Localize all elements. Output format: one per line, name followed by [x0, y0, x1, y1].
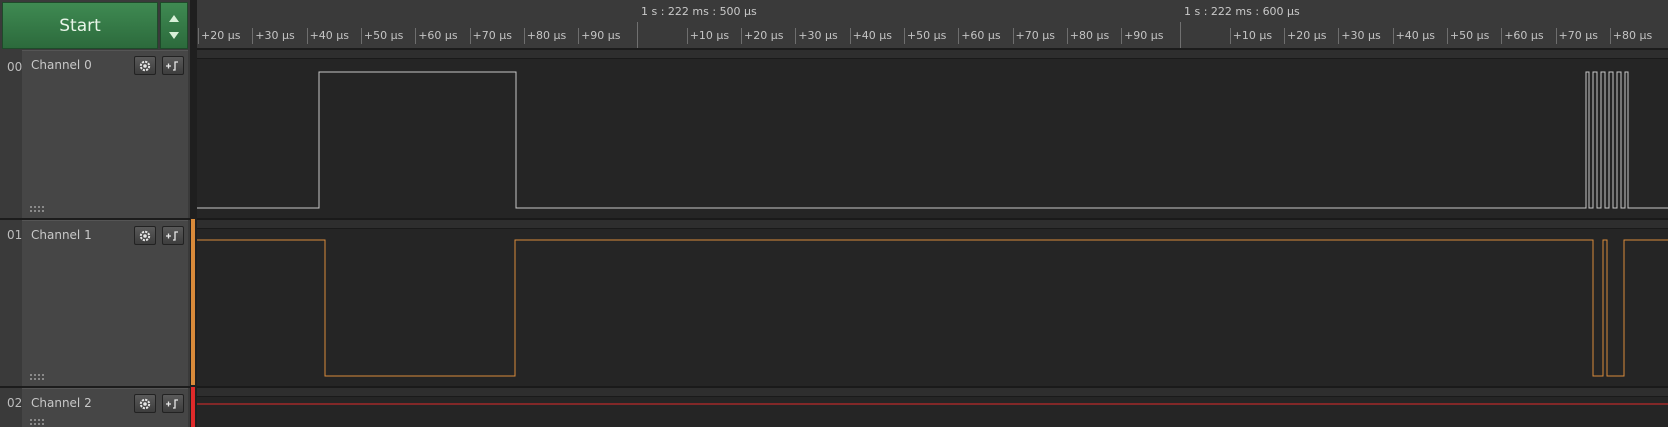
ruler-tick	[1284, 28, 1285, 44]
ruler-tick-label: +40 µs	[1395, 29, 1436, 42]
ruler-tick	[849, 28, 851, 44]
ruler-tick-label: +50 µs	[906, 29, 947, 42]
channel-row-2: 02 Channel 2	[0, 388, 190, 427]
logic-analyzer-window: Start 00 Channel 0 01 Channel 1 02 Chann…	[0, 0, 1668, 427]
start-button[interactable]: Start	[2, 2, 158, 49]
channel-header-0[interactable]: Channel 0	[22, 50, 188, 218]
channel-number: 01	[7, 228, 23, 242]
drag-grip-icon[interactable]	[30, 374, 44, 380]
ruler-tick	[1555, 28, 1557, 44]
ruler-tick-label: +30 µs	[1341, 29, 1381, 42]
channel-row-0: 00 Channel 0	[0, 50, 190, 218]
ruler-tick	[1338, 28, 1340, 44]
channel-settings-button[interactable]	[134, 56, 156, 75]
arrow-up-icon[interactable]	[169, 15, 179, 22]
trigger-icon	[166, 60, 178, 71]
ruler-tick-label: +80 µs	[1069, 29, 1110, 42]
channel-number: 02	[7, 396, 23, 410]
ruler-tick-label: +30 µs	[798, 29, 838, 42]
ruler-tick	[469, 28, 471, 44]
major-time-marker	[637, 22, 638, 50]
channel-name[interactable]: Channel 1	[31, 228, 92, 242]
start-options-spinner[interactable]	[160, 2, 188, 49]
ruler-tick	[1066, 28, 1068, 44]
ruler-tick	[523, 28, 525, 44]
ruler-tick-label: +70 µs	[472, 29, 512, 42]
ruler-tick	[578, 28, 580, 44]
ruler-tick	[252, 28, 254, 44]
channel-trigger-button[interactable]	[162, 394, 184, 413]
ruler-tick	[1392, 28, 1394, 44]
channel-header-2[interactable]: Channel 2	[22, 388, 188, 427]
ruler-tick-label: +20 µs	[744, 29, 784, 42]
timeline-ruler[interactable]: 1 s : 222 ms : 500 µs 1 s : 222 ms : 600…	[197, 0, 1668, 50]
ruler-tick-label: +10 µs	[689, 29, 730, 42]
channel-name[interactable]: Channel 0	[31, 58, 92, 72]
ruler-tick-label: +90 µs	[581, 29, 621, 42]
channel-0-trace	[197, 71, 1668, 209]
channel-trigger-button[interactable]	[162, 56, 184, 75]
ruler-tick-label: +20 µs	[201, 29, 241, 42]
ruler-tick	[1609, 28, 1611, 44]
ruler-tick	[795, 28, 797, 44]
ruler-tick	[198, 28, 199, 44]
ruler-tick	[741, 28, 742, 44]
gear-icon	[139, 60, 151, 71]
ruler-tick-label: +80 µs	[1612, 29, 1653, 42]
ruler-tick-label: +10 µs	[1232, 29, 1273, 42]
ruler-tick	[686, 28, 688, 44]
major-time-label: 1 s : 222 ms : 500 µs	[641, 5, 757, 18]
trigger-icon	[166, 230, 178, 241]
ruler-tick-label: +40 µs	[309, 29, 350, 42]
gear-icon	[139, 398, 151, 409]
channel-settings-button[interactable]	[134, 226, 156, 245]
arrow-down-icon[interactable]	[169, 32, 179, 39]
ruler-tick-label: +70 µs	[1558, 29, 1598, 42]
channel-2-color-indicator	[191, 387, 195, 427]
ruler-tick-label: +60 µs	[961, 29, 1001, 42]
ruler-tick-label: +60 µs	[1504, 29, 1544, 42]
ruler-tick	[958, 28, 960, 44]
ruler-tick-label: +40 µs	[852, 29, 893, 42]
major-time-label: 1 s : 222 ms : 600 µs	[1184, 5, 1300, 18]
ruler-tick	[1012, 28, 1014, 44]
trigger-icon	[166, 398, 178, 409]
waveform-traces	[197, 71, 1668, 405]
ruler-tick	[1229, 28, 1231, 44]
ruler-tick-label: +30 µs	[255, 29, 295, 42]
ruler-tick	[903, 28, 905, 44]
gear-icon	[139, 230, 151, 241]
ruler-tick	[1446, 28, 1448, 44]
ruler-tick-label: +50 µs	[363, 29, 404, 42]
ruler-tick-label: +50 µs	[1449, 29, 1490, 42]
channel-1-trace	[197, 239, 1668, 377]
channel-number: 00	[7, 60, 23, 74]
drag-grip-icon[interactable]	[30, 419, 44, 425]
channel-1-color-indicator	[191, 219, 195, 385]
channel-name[interactable]: Channel 2	[31, 396, 92, 410]
drag-grip-icon[interactable]	[30, 206, 44, 212]
channel-settings-button[interactable]	[134, 394, 156, 413]
ruler-tick	[360, 28, 362, 44]
channel-trigger-button[interactable]	[162, 226, 184, 245]
ruler-tick	[1501, 28, 1503, 44]
ruler-tick-label: +70 µs	[1015, 29, 1055, 42]
ruler-tick-label: +80 µs	[526, 29, 567, 42]
channel-header-1[interactable]: Channel 1	[22, 220, 188, 386]
major-time-marker	[1180, 22, 1181, 50]
ruler-tick-label: +60 µs	[418, 29, 458, 42]
ruler-tick-label: +20 µs	[1287, 29, 1327, 42]
channel-row-1: 01 Channel 1	[0, 220, 190, 386]
ruler-tick	[1121, 28, 1123, 44]
ruler-tick	[415, 28, 417, 44]
channel-panel: Start 00 Channel 0 01 Channel 1 02 Chann…	[0, 0, 190, 427]
ruler-tick	[306, 28, 308, 44]
ruler-tick-label: +90 µs	[1124, 29, 1164, 42]
